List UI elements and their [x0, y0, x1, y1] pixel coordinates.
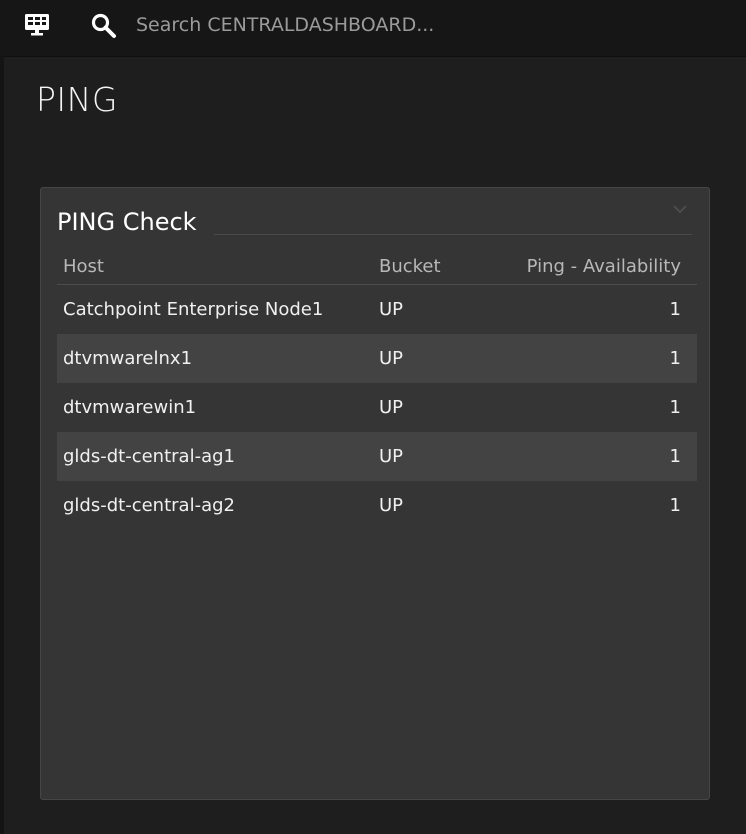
table-row[interactable]: glds-dt-central-ag1 UP 1 — [57, 432, 697, 481]
table-row[interactable]: dtvmwarelnx1 UP 1 — [57, 334, 697, 383]
cell-availability: 1 — [669, 299, 681, 320]
cell-availability: 1 — [495, 432, 697, 481]
column-header-bucket[interactable]: Bucket — [373, 248, 495, 285]
dashboard-monitor-icon[interactable] — [24, 13, 50, 37]
page-title: PING — [36, 80, 118, 119]
cell-host: Catchpoint Enterprise Node1 — [63, 299, 324, 320]
title-divider — [214, 234, 692, 235]
cell-host: dtvmwarelnx1 — [57, 334, 373, 383]
ping-check-tile[interactable]: PING Check Host Bucket Ping - Availabili… — [40, 187, 710, 800]
left-edge-divider — [0, 56, 4, 834]
cell-availability: 1 — [495, 334, 697, 383]
cell-bucket: UP — [379, 397, 404, 418]
table-header-row: Host Bucket Ping - Availability — [57, 248, 697, 285]
cell-host: glds-dt-central-ag1 — [57, 432, 373, 481]
cell-bucket: UP — [379, 495, 404, 516]
cell-bucket: UP — [379, 299, 404, 320]
table-row[interactable]: dtvmwarewin1 UP 1 — [57, 383, 697, 432]
cell-bucket: UP — [373, 334, 495, 383]
top-bar — [0, 0, 746, 57]
search-icon[interactable] — [90, 12, 118, 40]
cell-availability: 1 — [669, 397, 681, 418]
cell-availability: 1 — [669, 495, 681, 516]
cell-host: dtvmwarewin1 — [63, 397, 197, 418]
column-header-availability[interactable]: Ping - Availability — [495, 248, 697, 285]
ping-table: Host Bucket Ping - Availability Catchpoi… — [57, 248, 697, 530]
cell-bucket: UP — [373, 432, 495, 481]
search-input[interactable] — [126, 10, 476, 40]
cell-host: glds-dt-central-ag2 — [63, 495, 235, 516]
column-header-host[interactable]: Host — [57, 248, 373, 285]
tile-title: PING Check — [57, 208, 197, 236]
table-row[interactable]: Catchpoint Enterprise Node1 UP 1 — [57, 285, 697, 335]
table-row[interactable]: glds-dt-central-ag2 UP 1 — [57, 481, 697, 530]
chevron-down-icon[interactable] — [671, 202, 689, 216]
